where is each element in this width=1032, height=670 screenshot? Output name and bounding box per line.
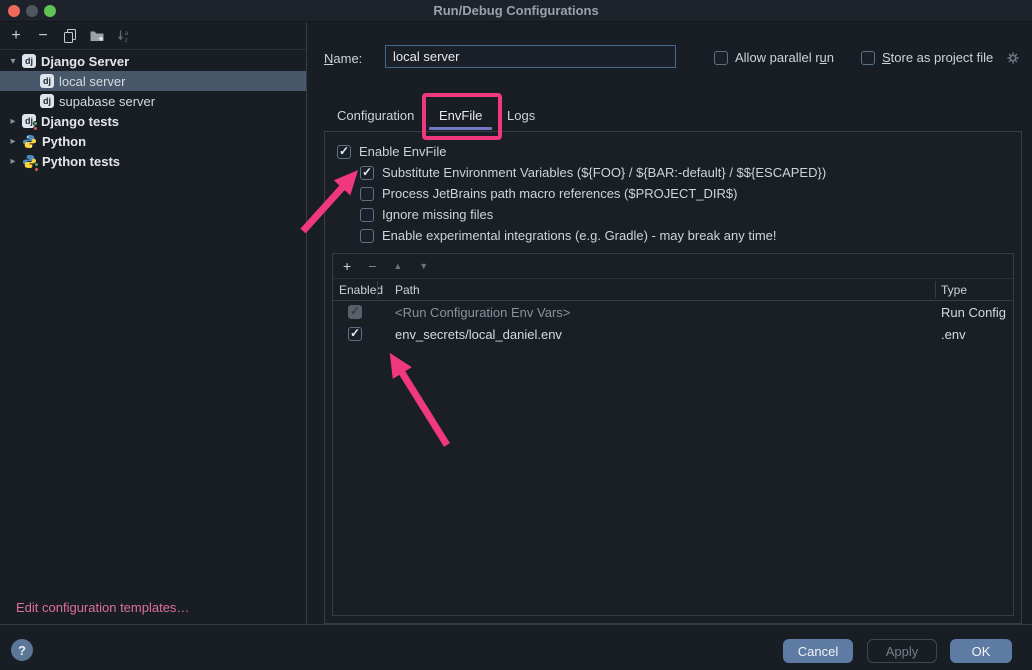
copy-configuration-icon[interactable]	[61, 27, 79, 45]
ignore-missing-files-option: Ignore missing files	[360, 204, 1021, 225]
tree-item-python[interactable]: ▸ Python	[0, 131, 306, 151]
table-row[interactable]: env_secrets/local_daniel.env .env	[333, 323, 1013, 345]
row-type: .env	[933, 327, 1013, 342]
cancel-button[interactable]: Cancel	[783, 639, 853, 663]
tab-logs[interactable]: Logs	[507, 108, 535, 123]
django-icon	[22, 54, 36, 68]
edit-configuration-templates-link[interactable]: Edit configuration templates…	[16, 600, 189, 615]
store-as-project-file-option: Store as project file	[861, 50, 993, 65]
column-divider	[377, 281, 378, 298]
column-header-enabled[interactable]: Enabled	[333, 283, 377, 297]
row-path: <Run Configuration Env Vars>	[377, 305, 933, 320]
apply-button[interactable]: Apply	[867, 639, 937, 663]
chevron-right-icon[interactable]: ▸	[4, 116, 22, 127]
tab-envfile[interactable]: EnvFile	[439, 108, 482, 123]
ok-button[interactable]: OK	[950, 639, 1012, 663]
store-as-project-file-label: Store as project file	[882, 50, 993, 65]
envfile-tab-panel: Enable EnvFile Substitute Environment Va…	[324, 131, 1022, 624]
python-icon	[22, 134, 37, 149]
remove-env-file-icon[interactable]: −	[368, 259, 376, 273]
column-divider	[935, 281, 936, 298]
table-row[interactable]: <Run Configuration Env Vars> Run Config	[333, 301, 1013, 323]
env-files-toolbar: + − ▲ ▼	[333, 254, 1013, 279]
chevron-down-icon[interactable]: ▾	[4, 56, 22, 67]
tree-item-django-tests[interactable]: ▸ Django tests	[0, 111, 306, 131]
row-enabled-checkbox	[348, 305, 362, 319]
ignore-missing-files-checkbox[interactable]	[360, 208, 374, 222]
allow-parallel-run-label: Allow parallel run	[735, 50, 834, 65]
envfile-options: Enable EnvFile Substitute Environment Va…	[325, 132, 1021, 246]
column-header-path[interactable]: Path	[377, 283, 933, 297]
add-env-file-icon[interactable]: +	[343, 259, 351, 273]
process-path-macro-option: Process JetBrains path macro references …	[360, 183, 1021, 204]
allow-parallel-run-option: Allow parallel run	[714, 50, 834, 65]
name-input[interactable]	[385, 45, 676, 68]
row-path: env_secrets/local_daniel.env	[377, 327, 933, 342]
configurations-tree: ▾ Django Server local server supabase se…	[0, 50, 306, 171]
django-icon	[40, 74, 54, 88]
django-icon	[40, 94, 54, 108]
column-header-type[interactable]: Type	[933, 283, 1013, 297]
window-title: Run/Debug Configurations	[0, 3, 1032, 18]
table-header: Enabled Path Type	[333, 279, 1013, 301]
django-tests-icon	[22, 114, 36, 128]
substitute-env-vars-option: Substitute Environment Variables (${FOO}…	[360, 162, 1021, 183]
enable-envfile-option: Enable EnvFile	[337, 141, 1021, 162]
title-bar: Run/Debug Configurations	[0, 0, 1032, 22]
new-folder-icon[interactable]	[88, 27, 106, 45]
sidebar-toolbar: + − a z	[0, 22, 306, 50]
process-path-macro-checkbox[interactable]	[360, 187, 374, 201]
tree-item-python-tests[interactable]: ▸ Python tests	[0, 151, 306, 171]
experimental-integrations-checkbox[interactable]	[360, 229, 374, 243]
env-files-table: + − ▲ ▼ Enabled Path Type <Run Configura…	[332, 253, 1014, 616]
substitute-env-vars-checkbox[interactable]	[360, 166, 374, 180]
chevron-right-icon[interactable]: ▸	[4, 136, 22, 147]
configurations-sidebar: + − a z	[0, 22, 307, 624]
python-tests-icon	[22, 154, 37, 169]
tree-item-local-server[interactable]: local server	[0, 71, 306, 91]
experimental-integrations-option: Enable experimental integrations (e.g. G…	[360, 225, 1021, 246]
allow-parallel-run-checkbox[interactable]	[714, 51, 728, 65]
row-enabled-checkbox[interactable]	[348, 327, 362, 341]
active-tab-indicator	[429, 127, 492, 130]
move-up-icon[interactable]: ▲	[393, 259, 402, 273]
svg-text:z: z	[125, 37, 128, 44]
tab-configuration[interactable]: Configuration	[337, 108, 414, 123]
gear-icon[interactable]	[1005, 50, 1021, 66]
sort-alphabetically-icon[interactable]: a z	[115, 27, 133, 45]
run-debug-configurations-dialog: Run/Debug Configurations + −	[0, 0, 1032, 670]
enable-envfile-checkbox[interactable]	[337, 145, 351, 159]
move-down-icon[interactable]: ▼	[419, 259, 428, 273]
name-label: Name:	[324, 51, 362, 66]
svg-text:a: a	[125, 30, 129, 37]
add-configuration-icon[interactable]: +	[7, 27, 25, 45]
store-as-project-file-checkbox[interactable]	[861, 51, 875, 65]
tree-item-django-server[interactable]: ▾ Django Server	[0, 51, 306, 71]
chevron-right-icon[interactable]: ▸	[4, 156, 22, 167]
tree-item-supabase-server[interactable]: supabase server	[0, 91, 306, 111]
dialog-footer: ? Cancel Apply OK	[0, 624, 1032, 670]
row-type: Run Config	[933, 305, 1013, 320]
remove-configuration-icon[interactable]: −	[34, 27, 52, 45]
help-icon[interactable]: ?	[11, 639, 33, 661]
